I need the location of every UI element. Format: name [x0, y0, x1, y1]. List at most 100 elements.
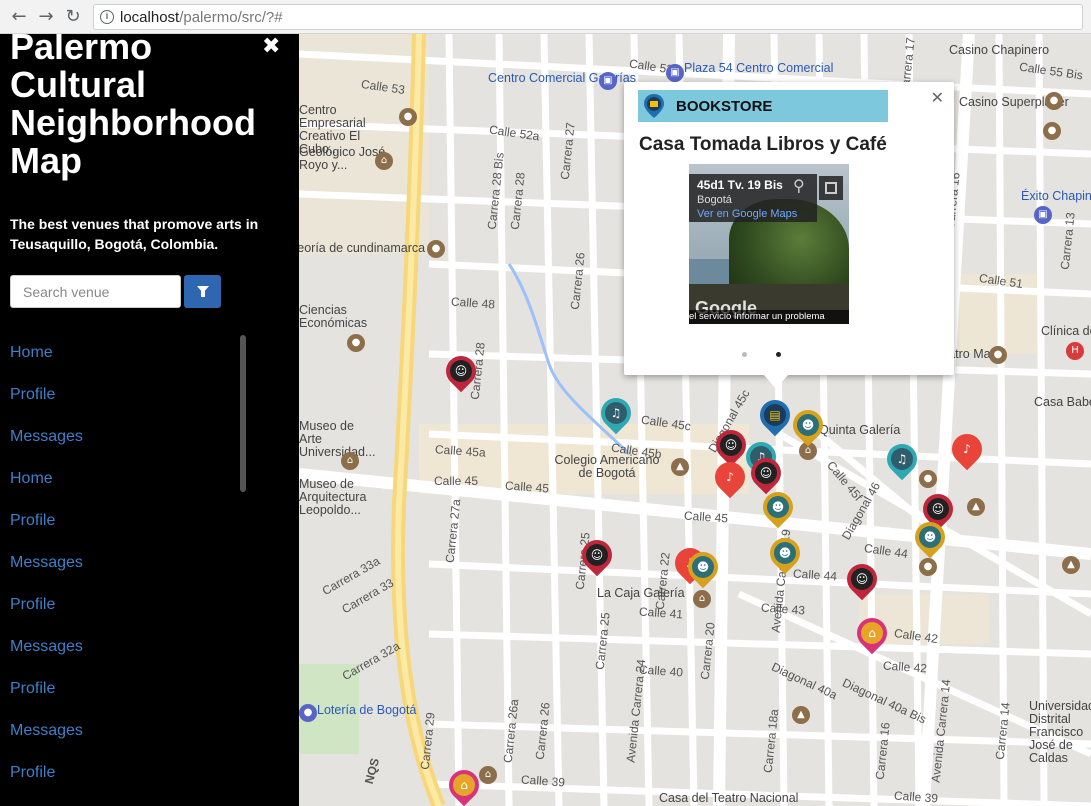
- dance-shoe-icon: ♪: [719, 466, 741, 488]
- street-label: Calle 45: [434, 474, 479, 488]
- shopping-icon[interactable]: ▣: [666, 64, 684, 82]
- poi-icon[interactable]: ●: [427, 240, 445, 258]
- poi-label[interactable]: Éxito Chapinero: [1021, 190, 1091, 203]
- poi-icon[interactable]: ●: [347, 334, 365, 352]
- shopping-icon[interactable]: ▣: [599, 72, 617, 90]
- theater-mask-icon: ☺: [586, 544, 608, 566]
- poi-label[interactable]: Clínica de Marly: [1041, 325, 1091, 338]
- nav-item-messages[interactable]: Messages: [10, 710, 83, 752]
- poi-label[interactable]: Lotería de Bogotá: [317, 704, 416, 717]
- school-icon[interactable]: ▲: [671, 458, 689, 476]
- venue-marker-bookstore[interactable]: ▤: [753, 393, 797, 442]
- venue-marker-art[interactable]: ☻: [763, 531, 807, 580]
- hospital-icon[interactable]: H: [1066, 342, 1084, 360]
- poi-label[interactable]: Casa del Teatro Nacional: [659, 792, 798, 805]
- museum-icon[interactable]: ⌂: [341, 452, 359, 470]
- street-view-panel[interactable]: 45d1 Tv. 19 Bis Bogotá Ver en Google Map…: [689, 164, 849, 324]
- nav-item-messages[interactable]: Messages: [10, 542, 83, 584]
- fullscreen-icon: [825, 182, 837, 194]
- poi-label[interactable]: Quinta Galería: [819, 424, 900, 437]
- venue-marker-theater[interactable]: ☺: [840, 557, 884, 606]
- nav-item-profile[interactable]: Profile: [10, 584, 83, 626]
- poi-label[interactable]: Universidad Distrital Francisco José de …: [1029, 700, 1091, 765]
- venue-marker-music[interactable]: ♫: [594, 391, 638, 440]
- street-view-terms[interactable]: el servicio Informar un problema: [689, 310, 849, 324]
- street-label: Calle 45: [504, 478, 550, 496]
- poi-label[interactable]: Colegio Americano de Bogotá: [547, 454, 667, 480]
- bookstore-marker-icon: [644, 94, 664, 118]
- venue-marker-art[interactable]: ☻: [756, 485, 800, 534]
- nav-item-profile[interactable]: Profile: [10, 668, 83, 710]
- view-in-google-maps-link[interactable]: Ver en Google Maps: [697, 208, 809, 220]
- poi-icon[interactable]: ●: [299, 704, 317, 722]
- painting-icon: ☻: [919, 526, 941, 548]
- venue-marker-dance[interactable]: ♪: [945, 427, 989, 476]
- theater-mask-icon: ☺: [851, 568, 873, 590]
- venue-marker-museum[interactable]: ⌂: [850, 611, 894, 660]
- category-label: BOOKSTORE: [676, 98, 773, 115]
- sidebar-scrollbar[interactable]: [240, 335, 246, 492]
- filter-button[interactable]: [184, 275, 221, 308]
- poi-label[interactable]: Casino Chapinero: [949, 44, 1049, 57]
- nav-item-home[interactable]: Home: [10, 332, 83, 374]
- painting-icon: ☻: [767, 496, 789, 518]
- piano-icon: ♫: [891, 448, 913, 470]
- poi-label[interactable]: Plaza 54 Centro Comercial: [684, 62, 833, 75]
- category-header: BOOKSTORE: [638, 90, 888, 122]
- venue-marker-art[interactable]: ☻: [681, 545, 725, 594]
- map[interactable]: Calle 53 Calle 53b Calle 52a Calle 51 Ca…: [299, 34, 1091, 806]
- slide-indicator: [742, 344, 806, 362]
- venue-marker-music[interactable]: ♫: [880, 437, 924, 486]
- venue-infowindow: ✕ BOOKSTORE Casa Tomada Libros y Café 45…: [624, 82, 954, 389]
- app-title: Palermo Cultural Neighborhood Map: [10, 34, 256, 181]
- theater-mask-icon: ☺: [927, 498, 949, 520]
- venue-marker-theater[interactable]: ☺: [439, 349, 483, 398]
- school-icon[interactable]: ▲: [1062, 556, 1080, 574]
- venue-marker-museum[interactable]: ⌂: [442, 763, 486, 806]
- street-label: Calle 39: [520, 772, 566, 790]
- venue-marker-art[interactable]: ☻: [786, 403, 830, 452]
- nav-item-profile[interactable]: Profile: [10, 500, 83, 542]
- poi-label[interactable]: Museo de Arte Universidad...: [299, 420, 379, 459]
- location-pin-icon[interactable]: ⚲: [793, 176, 805, 196]
- poi-label[interactable]: Ciencias Económicas: [299, 304, 389, 330]
- painting-icon: ☻: [797, 414, 819, 436]
- venue-marker-theater[interactable]: ☺: [575, 533, 619, 582]
- museum-icon[interactable]: ⌂: [375, 152, 393, 170]
- search-venue-input[interactable]: [10, 275, 181, 308]
- address-bar[interactable]: i localhost/palermo/src/?#: [93, 4, 1083, 30]
- venue-marker-dance[interactable]: ♪: [708, 455, 752, 504]
- nav-item-messages[interactable]: Messages: [10, 416, 83, 458]
- poi-icon[interactable]: ●: [399, 108, 417, 126]
- shopping-icon[interactable]: ▣: [1034, 206, 1052, 224]
- poi-label[interactable]: Teoría de cundinamarca: [299, 242, 425, 255]
- poi-label[interactable]: Museo de Arquitectura Leopoldo...: [299, 478, 399, 517]
- nav-item-messages[interactable]: Messages: [10, 626, 83, 668]
- nav-item-profile[interactable]: Profile: [10, 752, 83, 794]
- museum-icon[interactable]: ⌂: [479, 766, 497, 784]
- fullscreen-button[interactable]: [819, 176, 843, 200]
- poi-label[interactable]: La Caja Galería: [597, 587, 685, 600]
- museum-building-icon: ⌂: [861, 622, 883, 644]
- school-icon[interactable]: ▲: [792, 706, 810, 724]
- nav-item-home[interactable]: Home: [10, 458, 83, 500]
- slide-dot-1[interactable]: [742, 352, 747, 357]
- poi-label[interactable]: Casa Babel: [1034, 396, 1091, 409]
- info-icon[interactable]: i: [100, 10, 114, 24]
- url-host: localhost: [120, 9, 180, 26]
- poi-icon[interactable]: ●: [919, 470, 937, 488]
- back-arrow-icon[interactable]: ←: [9, 7, 29, 27]
- poi-icon[interactable]: ●: [1043, 122, 1061, 140]
- venue-marker-art[interactable]: ☻: [908, 515, 952, 564]
- forward-arrow-icon[interactable]: →: [36, 7, 56, 27]
- nav-item-profile[interactable]: Profile: [10, 374, 83, 416]
- painting-icon: ☻: [774, 542, 796, 564]
- poi-icon[interactable]: ●: [989, 346, 1007, 364]
- close-icon[interactable]: ✖: [262, 34, 280, 59]
- slide-dot-2[interactable]: [776, 352, 782, 357]
- poi-icon[interactable]: ●: [1045, 92, 1063, 110]
- url-text[interactable]: localhost/palermo/src/?#: [120, 9, 283, 26]
- close-icon[interactable]: ✕: [931, 88, 944, 107]
- school-icon[interactable]: ▲: [967, 498, 985, 516]
- reload-icon[interactable]: ↻: [63, 7, 83, 27]
